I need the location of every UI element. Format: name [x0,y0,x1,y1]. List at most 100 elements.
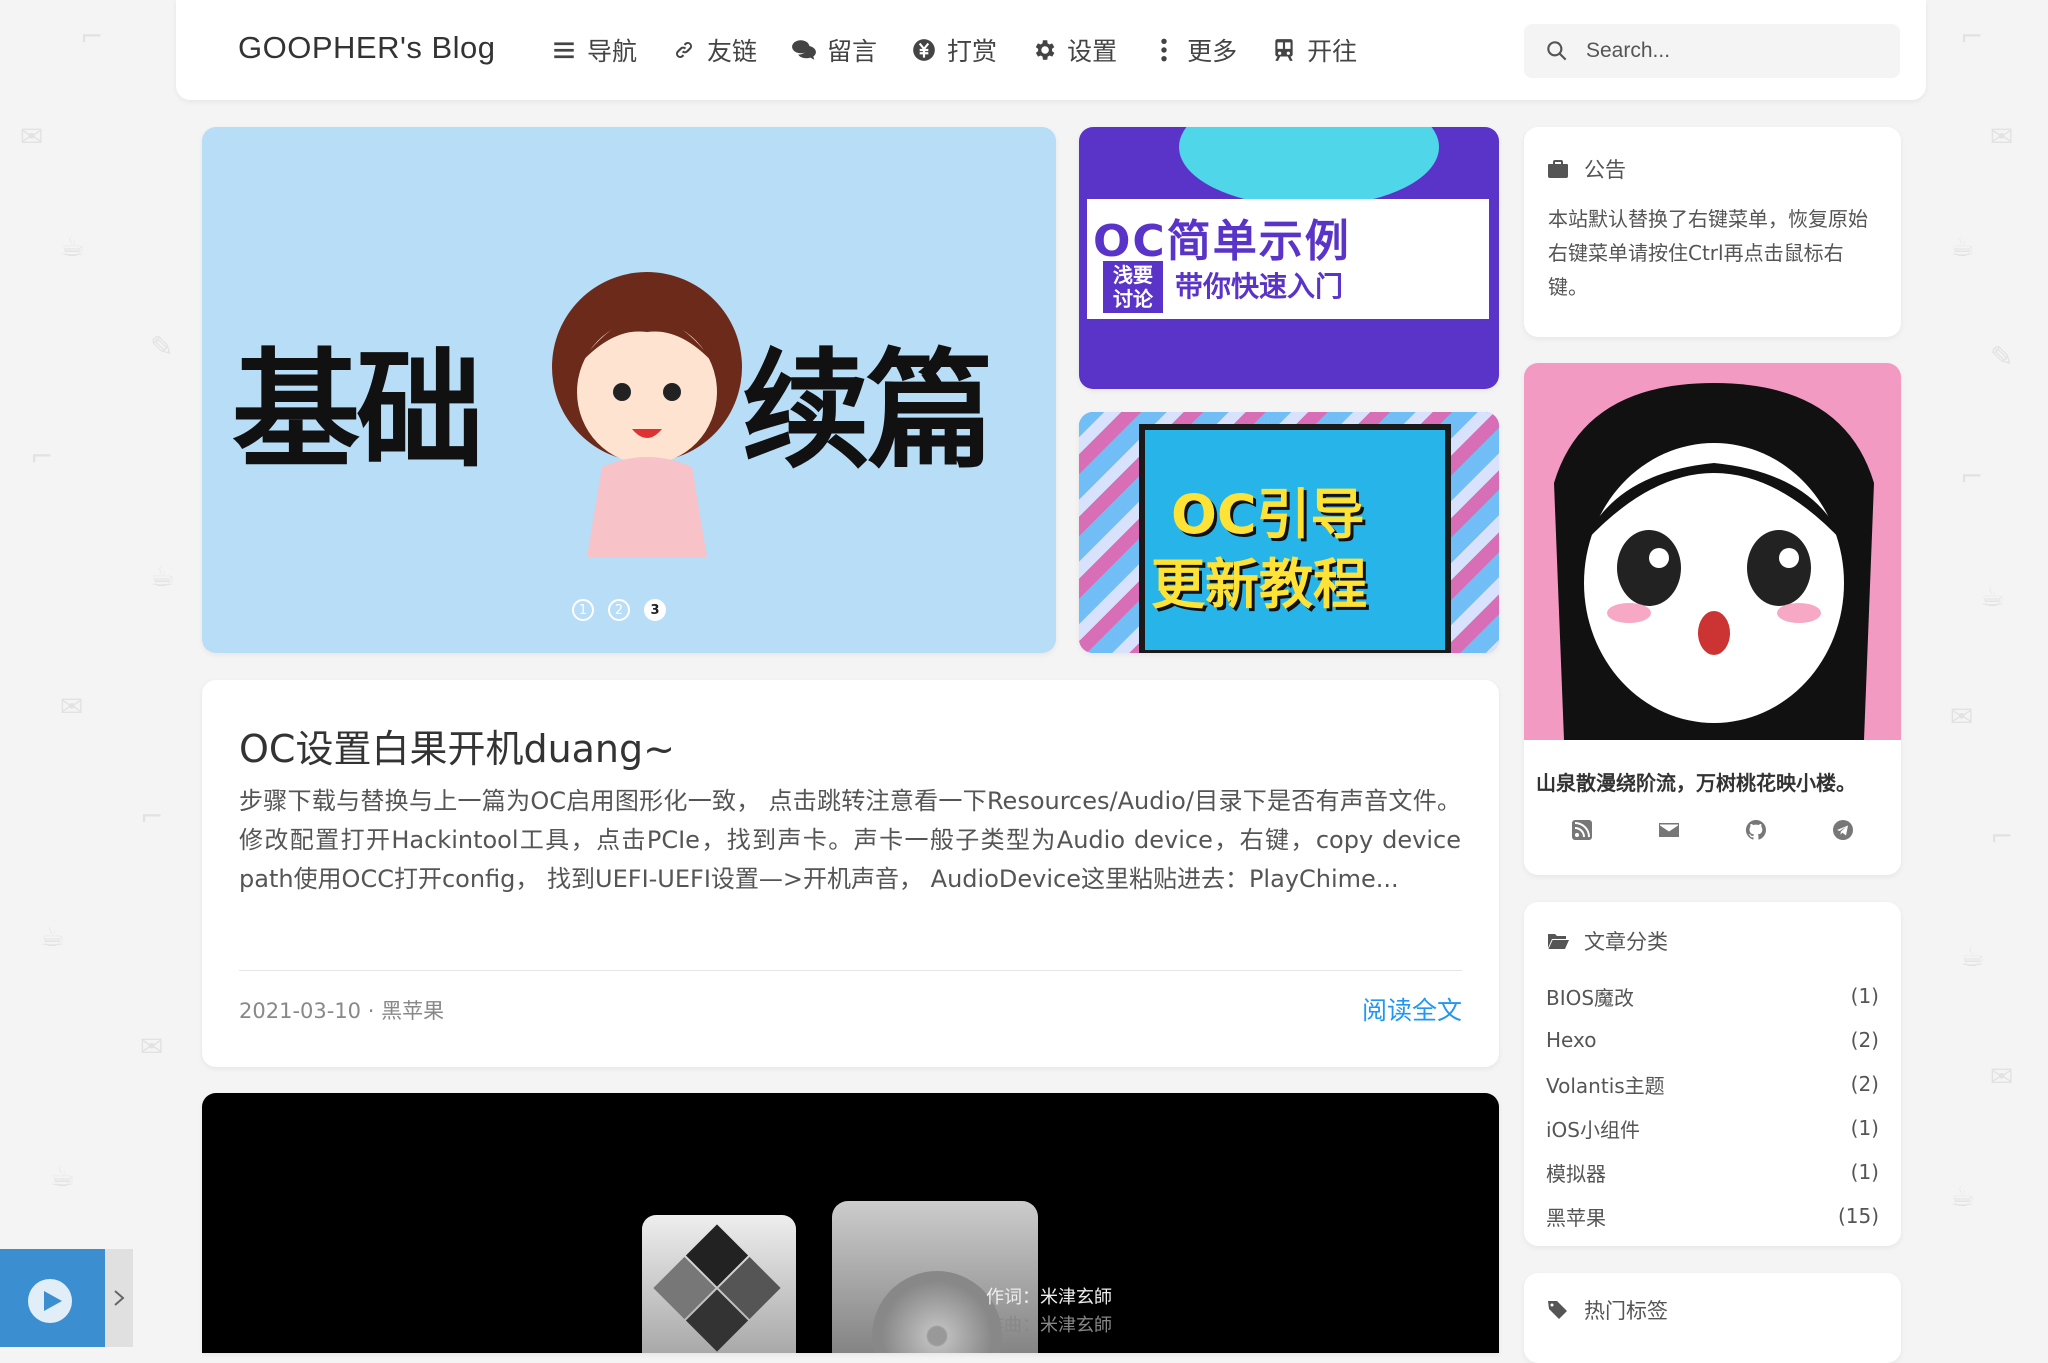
main-nav: 导航 友链 留言 打赏 设置 更多 开往 [551,32,1357,68]
nav-item-label: 开往 [1307,37,1358,66]
tags-icon [1548,1301,1567,1319]
briefcase-icon [1548,160,1568,178]
train-icon [1275,39,1293,61]
post-date: 2021-03-10 [239,999,362,1023]
nav-item-friends[interactable]: 友链 [671,32,757,68]
nav-item-label: 留言 [827,37,878,66]
featured-slider[interactable]: 基础 续篇 1 2 3 [202,127,1056,653]
category-count: (2) [1850,1072,1879,1096]
categories-header: 文章分类 [1546,926,1668,956]
slider-dots: 1 2 3 [572,599,666,621]
chevron-right-icon [114,1290,125,1306]
nav-item-label: 设置 [1067,37,1118,66]
category-item[interactable]: BIOS魔改 (1) [1546,974,1879,1018]
nav-item-label: 打赏 [947,37,998,66]
promo-line2: 更新教程 [1151,553,1367,616]
site-brand[interactable]: GOOPHER's Blog [238,30,496,66]
rss-icon [1571,820,1592,840]
promo-card-oc-update[interactable]: OC引导 更新教程 [1079,412,1499,653]
nav-item-settings[interactable]: 设置 [1031,32,1117,68]
category-item[interactable]: Hexo (2) [1546,1018,1879,1062]
anime-girl-illustration [1554,383,1874,740]
promo-card-oc-example[interactable]: OC简单示例 浅要讨论 带你快速入门 [1079,127,1499,389]
promo-line1: OC引导 [1171,483,1365,546]
post-excerpt: 步骤下载与替换与上一篇为OC启用图形化一致， 点击跳转注意看一下Resource… [239,787,1461,893]
promo-badge: 浅要讨论 [1103,261,1163,313]
category-name: Hexo [1546,1028,1597,1052]
disk-platter [872,1271,1002,1353]
slider-dot-active[interactable]: 3 [644,599,666,621]
promo-wave [1179,127,1439,207]
profile-motto: 山泉散漫绕阶流，万树桃花映小楼。 [1536,771,1856,795]
profile-card: 山泉散漫绕阶流，万树桃花映小楼。 [1524,363,1901,875]
notice-title: 公告 [1584,158,1626,182]
github-link[interactable] [1743,817,1769,843]
gear-icon [1035,40,1055,60]
category-name: 黑苹果 [1546,1205,1606,1230]
category-count: (1) [1850,984,1879,1008]
music-player-cover[interactable] [0,1249,105,1347]
category-name: 模拟器 [1546,1161,1606,1186]
telegram-icon [1833,820,1854,840]
post-title[interactable]: OC设置白果开机duang~ [239,718,675,773]
category-name: BIOS魔改 [1546,985,1635,1010]
category-name: Volantis主题 [1546,1073,1665,1098]
comments-icon [792,40,816,60]
tags-title: 热门标签 [1584,1299,1668,1323]
category-name: iOS小组件 [1546,1117,1640,1142]
category-list: BIOS魔改 (1) Hexo (2) Volantis主题 (2) iOS小组件 (1… [1546,974,1879,1238]
nav-item-guestbook[interactable]: 留言 [791,32,877,68]
tags-header: 热门标签 [1546,1295,1668,1325]
nav-item-travelling[interactable]: 开往 [1271,32,1357,68]
meta-separator: · [367,999,382,1023]
telegram-link[interactable] [1830,817,1856,843]
category-count: (15) [1837,1204,1879,1228]
nav-item-guide[interactable]: 导航 [551,32,637,68]
bars-icon [554,42,574,59]
social-links [1524,817,1901,843]
category-item[interactable]: Volantis主题 (2) [1546,1062,1879,1106]
play-icon [0,1249,105,1347]
promo-title: OC简单示例 [1093,216,1351,267]
categories-title: 文章分类 [1584,930,1668,954]
read-more-link[interactable]: 阅读全文 [1362,991,1462,1027]
nav-item-label: 更多 [1187,37,1238,66]
player-expand-button[interactable] [105,1249,133,1347]
lyric-line: 作曲：米津玄師 [986,1315,1112,1336]
slider-dot[interactable]: 1 [572,599,594,621]
slider-text-right: 续篇 [742,337,994,486]
ellipsis-vertical-icon [1161,38,1167,62]
category-count: (2) [1850,1028,1879,1052]
search-input[interactable] [1584,38,1888,64]
email-link[interactable] [1656,817,1682,843]
nav-item-donate[interactable]: 打赏 [911,32,997,68]
lyric-line: 作词：米津玄師 [986,1287,1112,1308]
category-item[interactable]: iOS小组件 (1) [1546,1106,1879,1150]
category-count: (1) [1850,1160,1879,1184]
cartoon-girl-illustration [552,272,742,557]
video-card[interactable]: 作词：米津玄師 作曲：米津玄師 [202,1093,1499,1353]
github-icon [1746,819,1767,840]
nav-item-label: 导航 [587,37,638,66]
search-icon [1547,41,1567,61]
post-meta: 2021-03-10 · 黑苹果 [239,995,444,1025]
category-item[interactable]: 黑苹果 (15) [1546,1194,1879,1238]
categories-card: 文章分类 BIOS魔改 (1) Hexo (2) Volantis主题 (2) iOS… [1524,902,1901,1246]
mail-icon [1658,823,1679,837]
notice-card: 公告 本站默认替换了右键菜单，恢复原始右键菜单请按住Ctrl再点击鼠标右键。 [1524,127,1901,337]
rss-link[interactable] [1569,817,1595,843]
category-item[interactable]: 模拟器 (1) [1546,1150,1879,1194]
notice-header: 公告 [1546,154,1626,184]
yen-icon [913,39,935,61]
post-category[interactable]: 黑苹果 [381,999,444,1023]
notice-text: 本站默认替换了右键菜单，恢复原始右键菜单请按住Ctrl再点击鼠标右键。 [1548,207,1868,299]
nav-item-more[interactable]: 更多 [1151,32,1237,68]
search-box[interactable] [1524,24,1900,78]
windows-logo [653,1224,781,1352]
slider-dot[interactable]: 2 [608,599,630,621]
folder-open-icon [1548,934,1569,949]
post-divider [239,970,1462,971]
post-card: OC设置白果开机duang~ 步骤下载与替换与上一篇为OC启用图形化一致， 点击… [202,680,1499,1067]
tags-card: 热门标签 [1524,1273,1901,1363]
link-icon [675,41,693,59]
